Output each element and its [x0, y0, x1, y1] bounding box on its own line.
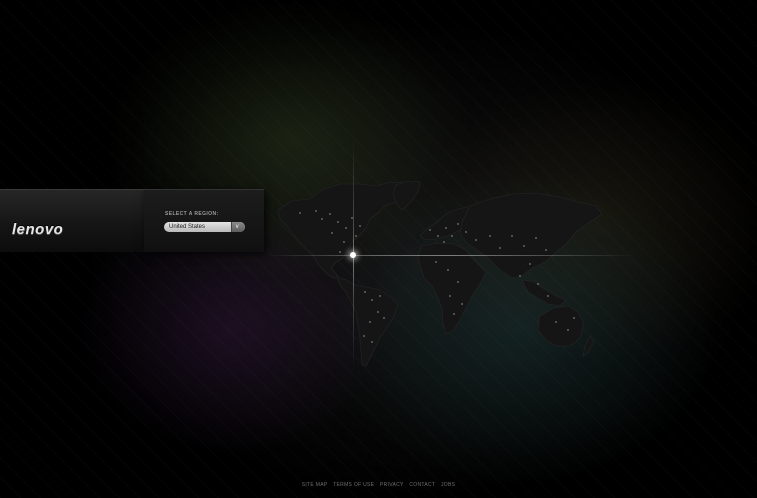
new-zealand-shape — [582, 335, 595, 357]
region-panel — [144, 189, 264, 252]
footer-links: SITE MAP TERMS OF USE PRIVACY CONTACT JO… — [0, 480, 757, 490]
australia-shape — [537, 305, 585, 347]
africa-shape — [417, 242, 487, 335]
footer-link-contact[interactable]: CONTACT — [409, 482, 435, 488]
asia-shape — [459, 192, 603, 279]
region-dropdown-button[interactable]: ∨ — [231, 222, 245, 232]
footer-link-privacy[interactable]: PRIVACY — [380, 482, 404, 488]
footer-link-jobs[interactable]: JOBS — [441, 482, 455, 488]
greenland-shape — [392, 180, 421, 211]
lenovo-logo[interactable]: lenovo — [12, 221, 63, 238]
south-america-shape — [336, 276, 399, 367]
footer-link-site-map[interactable]: SITE MAP — [302, 482, 328, 488]
footer-link-terms-of-use[interactable]: TERMS OF USE — [333, 482, 374, 488]
location-marker-icon[interactable] — [350, 252, 356, 258]
crosshair-horizontal-line — [265, 255, 635, 256]
region-dropdown[interactable]: United States ∨ — [164, 222, 245, 232]
chevron-down-icon: ∨ — [235, 224, 240, 230]
landing-page: lenovo SELECT A REGION: United States ∨ … — [0, 0, 757, 498]
region-label: SELECT A REGION: — [165, 211, 219, 217]
region-dropdown-value: United States — [169, 224, 206, 230]
southeast-asia-shape — [521, 279, 567, 307]
